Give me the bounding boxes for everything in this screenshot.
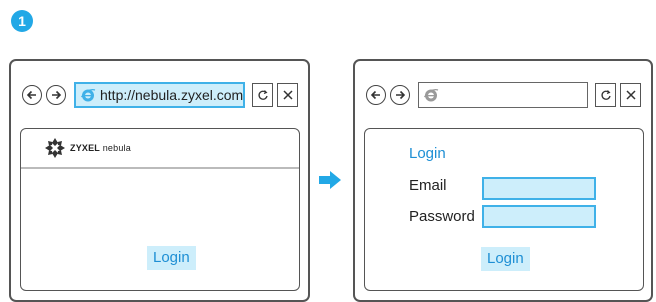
ie-icon <box>80 89 96 102</box>
step-number-badge: 1 <box>11 10 33 32</box>
refresh-button[interactable] <box>252 83 273 107</box>
refresh-button[interactable] <box>595 83 616 107</box>
password-field[interactable] <box>482 205 596 228</box>
forward-icon <box>52 90 62 100</box>
close-button[interactable] <box>620 83 641 107</box>
password-label: Password <box>409 208 475 225</box>
login-form: Login Email Password Login <box>364 128 644 291</box>
back-button[interactable] <box>366 85 386 105</box>
step-arrow-icon <box>319 171 341 189</box>
browser-window-homepage: http://nebula.zyxel.com ZYXEL nebula Log… <box>9 59 310 302</box>
zyxel-nebula-logo <box>45 138 65 158</box>
browser-window-login: Login Email Password Login <box>353 59 653 302</box>
refresh-icon <box>600 90 611 100</box>
back-icon <box>370 90 380 100</box>
logo-text: ZYXEL nebula <box>70 143 131 153</box>
close-icon <box>625 90 636 100</box>
email-field[interactable] <box>482 177 596 200</box>
page-header: ZYXEL nebula <box>21 129 299 169</box>
forward-button[interactable] <box>390 85 410 105</box>
address-bar[interactable]: http://nebula.zyxel.com <box>74 82 245 108</box>
close-button[interactable] <box>277 83 298 107</box>
login-heading: Login <box>409 145 446 162</box>
email-label: Email <box>409 177 447 194</box>
page-content: ZYXEL nebula Login <box>20 128 300 291</box>
forward-button[interactable] <box>46 85 66 105</box>
address-bar[interactable] <box>418 82 588 108</box>
refresh-icon <box>257 90 268 100</box>
back-button[interactable] <box>22 85 42 105</box>
close-icon <box>282 90 293 100</box>
login-button[interactable]: Login <box>147 246 196 270</box>
ie-icon <box>423 89 439 102</box>
login-button[interactable]: Login <box>481 247 530 271</box>
back-icon <box>26 90 36 100</box>
address-url: http://nebula.zyxel.com <box>100 87 244 103</box>
forward-icon <box>396 90 406 100</box>
